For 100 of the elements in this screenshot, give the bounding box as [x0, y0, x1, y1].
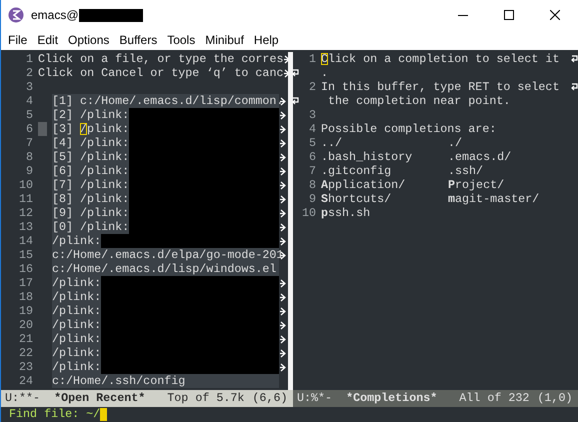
continuation-icon	[280, 334, 287, 344]
line-text: Click on a file, or type the corres	[38, 52, 284, 66]
menu-item[interactable]: Buffers	[114, 31, 162, 49]
recent-key: [7]	[52, 178, 74, 192]
line-number: 11	[18, 192, 33, 206]
completion-item[interactable]: Application/	[321, 178, 448, 192]
continuation-icon	[280, 362, 287, 372]
line-number: 2	[24, 66, 33, 80]
cursor	[100, 408, 108, 421]
recent-key: [6]	[52, 164, 74, 178]
recent-key: [9]	[52, 206, 74, 220]
file-path: /plink:	[80, 220, 130, 234]
line-number: 6	[308, 150, 316, 164]
line-number: 21	[18, 332, 33, 346]
line-number: 2	[308, 80, 316, 94]
line-number: 18	[18, 290, 33, 304]
completion-item[interactable]: pssh.sh	[321, 206, 448, 220]
continuation-icon	[280, 180, 287, 190]
line-number: 13	[18, 220, 33, 234]
menu-item[interactable]: Tools	[162, 31, 200, 49]
continuation-icon	[280, 110, 287, 120]
file-path: /plink:	[80, 206, 130, 220]
continuation-icon	[280, 320, 287, 330]
completion-item[interactable]: Shortcuts/	[321, 192, 448, 206]
continuation-icon	[280, 306, 287, 316]
buffer-flags: U:%*-	[297, 390, 332, 407]
continuation-icon	[280, 124, 287, 134]
line-text: Possible completions are:	[321, 122, 496, 136]
recent-key: [8]	[52, 192, 74, 206]
recent-key: [5]	[52, 150, 74, 164]
emacs-icon	[8, 7, 24, 23]
file-path: /plink:	[80, 192, 130, 206]
minimize-icon	[458, 14, 468, 16]
line-number: 17	[18, 276, 33, 290]
file-path: c:/Home/.ssh/config	[52, 374, 186, 388]
line-number: 15	[18, 248, 33, 262]
completion-item[interactable]: ../	[321, 136, 448, 150]
buffer-name: *Open Recent*	[54, 390, 146, 407]
continuation-icon	[280, 194, 287, 204]
file-path: /plink:	[52, 332, 102, 346]
buffer-name: *Completions*	[346, 390, 438, 407]
wrap-icon	[570, 54, 578, 64]
menu-item[interactable]: File	[3, 31, 32, 49]
cursor-position: (6,6)	[252, 390, 288, 407]
continuation-icon	[280, 278, 287, 288]
continuation-icon	[280, 166, 287, 176]
buffer-position: Top of 5.7k	[167, 390, 244, 407]
line-number: 4	[308, 122, 316, 136]
line-number: 19	[18, 304, 33, 318]
line-number: 8	[308, 178, 316, 192]
line-number: 3	[24, 80, 33, 94]
line-text: the completion near point.	[327, 94, 510, 108]
buffer-flags: U:**-	[5, 390, 40, 407]
line-number: 10	[300, 206, 316, 220]
line-number: 4	[24, 94, 33, 108]
file-path: c:/Home/.emacs.d/elpa/go-mode-201	[52, 248, 284, 262]
completion-item[interactable]: Project/	[448, 178, 575, 192]
completion-item[interactable]: magit-master/	[448, 192, 575, 206]
minibuffer-input[interactable]: ~/	[86, 406, 100, 422]
menu-item[interactable]: Minibuf	[200, 31, 249, 49]
line-number: 14	[18, 234, 33, 248]
continuation-icon	[280, 208, 287, 218]
line-number: 7	[308, 164, 316, 178]
line-number: 5	[308, 136, 316, 150]
completion-item[interactable]: .gitconfig	[321, 164, 448, 178]
line-number: 7	[24, 136, 33, 150]
completion-item[interactable]: .bash_history	[321, 150, 448, 164]
recent-key: [0]	[52, 220, 74, 234]
line-number: 24	[18, 374, 33, 388]
line-number: 12	[18, 206, 33, 220]
file-path: /plink:	[80, 136, 130, 150]
continuation-icon	[280, 292, 287, 302]
file-path: /plink:	[52, 360, 102, 374]
file-path: /plink:	[80, 150, 130, 164]
file-path: /plink:	[52, 276, 102, 290]
menu-item[interactable]: Edit	[32, 31, 64, 49]
close-icon	[550, 10, 560, 20]
line-number: 6	[24, 122, 33, 136]
continuation-icon	[280, 96, 287, 106]
window-title: emacs@	[31, 7, 79, 24]
file-path: /plink:	[52, 304, 102, 318]
line-number: 23	[18, 360, 33, 374]
line-number: 8	[24, 150, 33, 164]
continuation-icon	[280, 138, 287, 148]
line-number: 3	[308, 108, 316, 122]
continuation-icon	[280, 348, 287, 358]
line-number: 10	[18, 178, 33, 192]
menu-item[interactable]: Help	[248, 31, 284, 49]
menu-item[interactable]: Options	[63, 31, 114, 49]
file-path: /plink:	[80, 178, 130, 192]
line-text: In this buffer, type RET to select	[321, 80, 560, 94]
completion-item[interactable]: .emacs.d/	[448, 150, 575, 164]
continuation-icon	[280, 236, 287, 246]
file-path: /plink:	[52, 318, 102, 332]
line-number: 20	[18, 318, 33, 332]
completion-item[interactable]: .ssh/	[448, 164, 575, 178]
buffer-position: All of 232	[459, 390, 530, 407]
line-text: .	[321, 66, 328, 80]
completion-item[interactable]: ./	[448, 136, 575, 150]
file-path: /plink:	[80, 108, 130, 122]
